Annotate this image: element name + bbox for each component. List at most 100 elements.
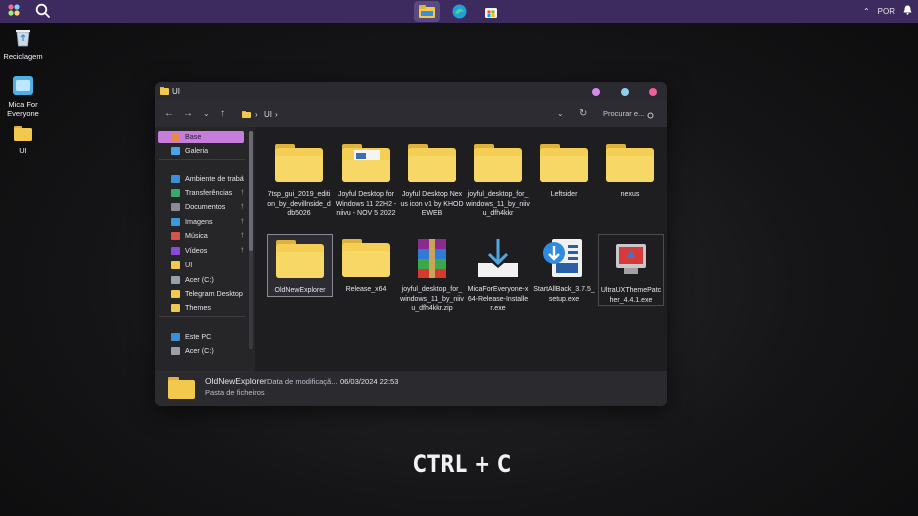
sidebar-item-icon	[171, 175, 180, 183]
file-item[interactable]: Release_x64	[334, 234, 398, 295]
sidebar-item-icon	[171, 276, 180, 284]
sidebar-item-label: Imagens	[185, 217, 213, 226]
file-item-label: OldNewExplorer	[274, 287, 326, 294]
explorer-window: UI ← → ⌄ ↑ › UI › ⌄ ↻ Procurar e... Base…	[155, 82, 667, 406]
sidebar-item[interactable]: Themes	[158, 302, 244, 314]
desktop-icon-label: Mica For Everyone	[7, 100, 39, 118]
desktop-mica-for-everyone[interactable]: Mica For Everyone	[1, 76, 45, 118]
history-chevron-icon[interactable]: ⌄	[203, 109, 210, 118]
maximize-button[interactable]	[621, 88, 629, 96]
file-item-label: Joyful Desktop Nexus icon v1 by KHODEWEB	[400, 191, 464, 217]
sidebar-item[interactable]: Documentos †	[158, 201, 244, 213]
details-kind: Pasta de ficheiros	[205, 388, 265, 397]
sidebar-item-icon	[171, 333, 180, 341]
sidebar-item-icon	[171, 347, 180, 355]
sidebar-item-label: Este PC	[185, 332, 212, 341]
breadcrumb-separator: ›	[275, 110, 278, 119]
sidebar-item-label: Base	[185, 132, 202, 141]
breadcrumb-dropdown-icon[interactable]: ⌄	[557, 109, 564, 118]
window-title: UI	[172, 87, 180, 96]
folder-icon	[340, 237, 392, 281]
file-item[interactable]: joyful_desktop_for_windows_11_by_niivu_d…	[400, 234, 464, 314]
title-bar[interactable]: UI	[155, 82, 667, 101]
taskbar: ⌃ POR	[0, 0, 918, 23]
sidebar-item[interactable]: Acer (C:)	[158, 274, 244, 286]
file-item-label: MicaForEveryone-x64-Release-Installer.ex…	[467, 286, 529, 312]
taskbar-store[interactable]	[478, 1, 504, 22]
sidebar-item[interactable]: Ambiente de trabalho†	[158, 173, 244, 185]
file-item[interactable]: 7tsp_gui_2019_edition_by_devillnside_ddb…	[267, 139, 331, 219]
installer-icon	[472, 237, 524, 281]
search-icon[interactable]	[35, 3, 51, 24]
sidebar-item-icon	[171, 247, 180, 255]
sidebar-item-label: Galeria	[185, 146, 209, 155]
recycle-bin-icon	[1, 28, 45, 49]
sidebar-item-label: Acer (C:)	[185, 275, 214, 284]
navigation-pane: BaseGaleriaAmbiente de trabalho†Transfer…	[155, 127, 255, 371]
pin-icon: †	[240, 233, 244, 239]
sidebar-item[interactable]: Acer (C:)	[158, 345, 244, 357]
file-item[interactable]: OldNewExplorer	[267, 234, 333, 297]
file-item-label: joyful_desktop_for_windows_11_by_niivu_d…	[400, 286, 464, 312]
language-indicator[interactable]: POR	[878, 7, 895, 16]
pin-icon: †	[240, 176, 244, 182]
sidebar-item[interactable]: Galeria	[158, 145, 244, 157]
folder-icon	[406, 142, 458, 186]
notification-bell-icon[interactable]	[903, 5, 912, 17]
file-item-label: joyful_desktop_for_windows_11_by_niivu_d…	[466, 191, 530, 217]
folder-icon	[472, 142, 524, 186]
sidebar-item[interactable]: Telegram Desktop	[158, 288, 244, 300]
close-button[interactable]	[649, 88, 657, 96]
forward-arrow-icon[interactable]: →	[183, 108, 193, 119]
file-item[interactable]: MicaForEveryone-x64-Release-Installer.ex…	[466, 234, 530, 314]
folder-icon	[340, 142, 392, 186]
sidebar-item-icon	[171, 232, 180, 240]
desktop-icon-label: UI	[19, 146, 27, 155]
sidebar-item[interactable]: Este PC	[158, 331, 244, 343]
folder-icon	[168, 377, 195, 399]
up-arrow-icon[interactable]: ↑	[220, 108, 225, 119]
sidebar-item[interactable]: Transferências †	[158, 187, 244, 199]
search-input[interactable]: Procurar e...	[603, 109, 644, 118]
widgets-icon[interactable]	[7, 3, 21, 24]
file-item[interactable]: Joyful Desktop Nexus icon v1 by KHODEWEB	[400, 139, 464, 219]
desktop-ui-folder[interactable]: UI	[1, 126, 45, 155]
sidebar-item[interactable]: Base	[158, 131, 244, 143]
back-arrow-icon[interactable]: ←	[164, 108, 174, 119]
navigation-bar: ← → ⌄ ↑ › UI › ⌄ ↻ Procurar e...	[155, 101, 667, 127]
folder-icon	[273, 142, 325, 186]
pin-icon: †	[240, 248, 244, 254]
breadcrumb[interactable]: UI	[264, 110, 272, 119]
refresh-icon[interactable]: ↻	[579, 108, 587, 119]
sidebar-divider	[159, 159, 245, 160]
sidebar-item-icon	[171, 290, 180, 298]
sidebar-item-label: Música	[185, 231, 208, 240]
taskbar-edge[interactable]	[446, 1, 472, 22]
sidebar-scrollbar-thumb[interactable]	[249, 131, 253, 251]
file-item[interactable]: StartAllBack_3.7.5_setup.exe	[532, 234, 596, 304]
sidebar-item[interactable]: Música †	[158, 230, 244, 242]
edge-icon	[452, 4, 466, 19]
sidebar-item-label: Ambiente de trabalho	[185, 174, 244, 183]
sidebar-item-label: Themes	[185, 303, 211, 312]
search-icon[interactable]	[647, 112, 654, 119]
sidebar-item-icon	[171, 147, 180, 155]
file-explorer-icon	[419, 5, 435, 18]
file-item[interactable]: nexus	[598, 139, 662, 200]
details-date-value: 06/03/2024 22:53	[340, 377, 399, 386]
sidebar-item[interactable]: Imagens †	[158, 216, 244, 228]
file-item-label: StartAllBack_3.7.5_setup.exe	[533, 286, 595, 303]
minimize-button[interactable]	[592, 88, 600, 96]
file-item[interactable]: Leftsider	[532, 139, 596, 200]
sidebar-item[interactable]: Vídeos †	[158, 245, 244, 257]
sidebar-item-label: Telegram Desktop	[185, 289, 243, 298]
file-item[interactable]: Joyful Desktop for Windows 11 22H2 - nii…	[334, 139, 398, 219]
sidebar-item-icon	[171, 261, 180, 269]
file-item[interactable]: UltraUXThemePatcher_4.4.1.exe	[598, 234, 664, 306]
desktop-recycle-bin[interactable]: Reciclagem	[1, 28, 45, 61]
sidebar-item[interactable]: UI	[158, 259, 244, 271]
taskbar-file-explorer[interactable]	[414, 1, 440, 22]
file-item[interactable]: joyful_desktop_for_windows_11_by_niivu_d…	[466, 139, 530, 219]
file-item-label: Leftsider	[550, 191, 578, 198]
chevron-up-icon[interactable]: ⌃	[863, 7, 870, 16]
